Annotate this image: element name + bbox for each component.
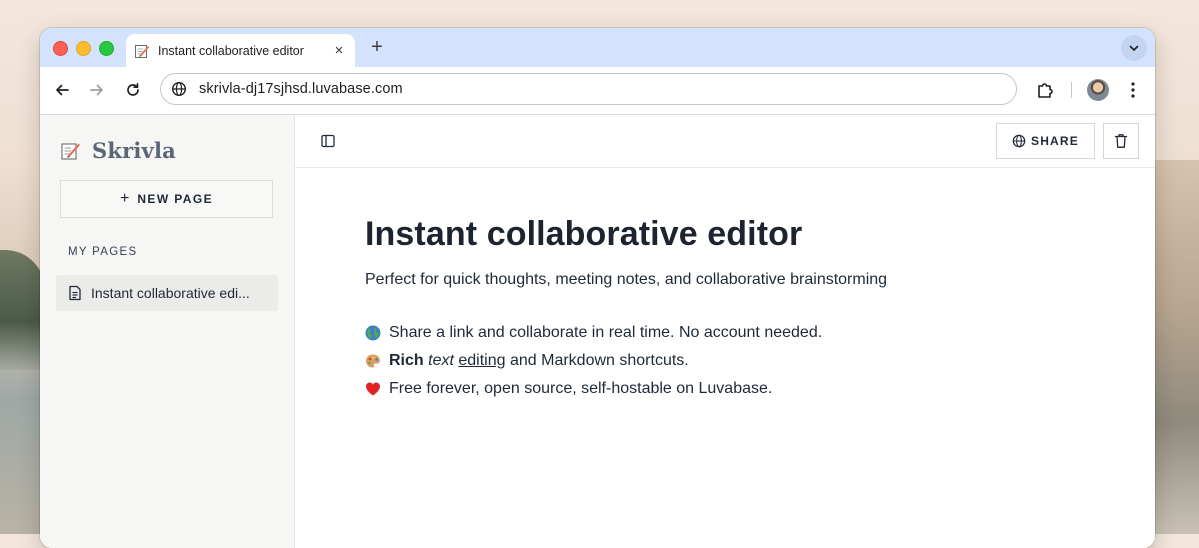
sidebar-panel-icon [321, 134, 335, 148]
document-body[interactable]: Instant collaborative editor Perfect for… [365, 215, 887, 403]
editor-toolbar: SHARE [295, 115, 1155, 168]
document-icon [69, 285, 81, 301]
feature-text: and Markdown shortcuts. [509, 352, 689, 369]
site-info-globe-icon[interactable] [171, 81, 187, 97]
browser-toolbar: skrivla-dj17sjhsd.luvabase.com [40, 67, 1155, 115]
address-bar[interactable]: skrivla-dj17sjhsd.luvabase.com [160, 73, 1017, 105]
feature-line[interactable]: Free forever, open source, self-hostable… [365, 375, 887, 403]
globe-icon [365, 325, 381, 341]
tab-close-icon[interactable]: × [331, 42, 347, 59]
address-text: skrivla-dj17sjhsd.luvabase.com [199, 81, 403, 97]
maximize-window-button[interactable] [99, 41, 114, 56]
back-button[interactable] [51, 79, 73, 101]
plus-icon: + [120, 190, 130, 207]
rich-text-italic: text [428, 352, 454, 369]
share-label: SHARE [1030, 134, 1079, 148]
background-landscape-left [0, 250, 45, 370]
tab-title: Instant collaborative editor [158, 43, 304, 58]
toolbar-divider [1071, 82, 1072, 98]
browser-menu-button[interactable] [1123, 80, 1143, 105]
toggle-sidebar-button[interactable] [321, 134, 335, 153]
chevron-down-icon [1129, 45, 1139, 51]
puzzle-piece-icon [1038, 83, 1053, 98]
heart-icon [366, 382, 380, 396]
close-window-button[interactable] [53, 41, 68, 56]
tab-search-button[interactable] [1121, 35, 1147, 61]
app: Skrivla + NEW PAGE MY PAGES Instant coll… [40, 115, 1155, 548]
tab-strip: Instant collaborative editor × + [40, 28, 1155, 67]
brand-name: Skrivla [92, 138, 176, 163]
minimize-window-button[interactable] [76, 41, 91, 56]
trash-icon [1114, 134, 1128, 148]
arrow-right-icon [90, 84, 103, 96]
sidebar-page-label: Instant collaborative edi... [91, 285, 250, 301]
skrivla-logo-icon [61, 142, 80, 160]
palette-icon [366, 354, 380, 368]
document-feature-list: Share a link and collaborate in real tim… [365, 319, 887, 403]
reload-icon [127, 82, 139, 96]
sidebar-page-item[interactable]: Instant collaborative edi... [56, 275, 278, 311]
tab-active[interactable]: Instant collaborative editor × [126, 34, 355, 67]
new-page-button[interactable]: + NEW PAGE [60, 180, 273, 218]
delete-page-button[interactable] [1103, 123, 1139, 159]
new-page-label: NEW PAGE [137, 192, 213, 206]
extensions-button[interactable] [1035, 80, 1055, 105]
share-button[interactable]: SHARE [996, 123, 1095, 159]
profile-avatar[interactable] [1087, 79, 1109, 101]
window-controls [53, 41, 114, 56]
kebab-menu-icon [1131, 82, 1135, 98]
globe-icon [1012, 134, 1026, 148]
feature-line[interactable]: Share a link and collaborate in real tim… [365, 319, 887, 347]
browser-window: Instant collaborative editor × + skrivla… [40, 28, 1155, 548]
background-landscape-right [1154, 160, 1199, 534]
new-tab-button[interactable]: + [367, 36, 387, 59]
document-subtitle[interactable]: Perfect for quick thoughts, meeting note… [365, 271, 887, 289]
rich-text-underline: editing [458, 352, 506, 369]
feature-text: Share a link and collaborate in real tim… [389, 324, 823, 341]
document-title[interactable]: Instant collaborative editor [365, 215, 887, 254]
sidebar: Skrivla + NEW PAGE MY PAGES Instant coll… [40, 115, 295, 548]
rich-text-bold: Rich [389, 352, 424, 369]
forward-button[interactable] [86, 79, 108, 101]
feature-text: Free forever, open source, self-hostable… [389, 380, 773, 397]
reload-button[interactable] [122, 79, 144, 101]
my-pages-heading: MY PAGES [68, 246, 138, 258]
editor-main: SHARE Instant collaborative editor Perfe… [295, 115, 1155, 548]
note-icon [135, 44, 150, 58]
feature-line[interactable]: Rich text editing and Markdown shortcuts… [365, 347, 887, 375]
arrow-left-icon [56, 84, 69, 96]
brand[interactable]: Skrivla [60, 138, 176, 163]
